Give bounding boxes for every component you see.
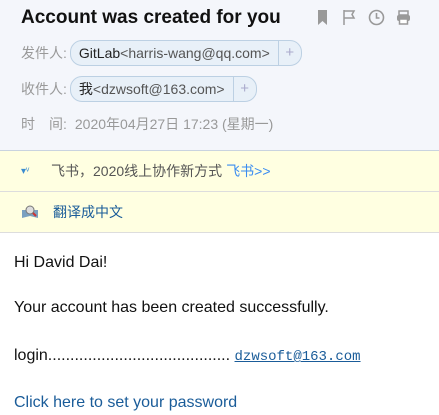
add-contact-button[interactable]: + [277, 41, 301, 65]
ad-link[interactable]: 飞书>> [226, 161, 270, 181]
time-label: 时 间: [21, 116, 67, 132]
sender-chip[interactable]: GitLab<harris-wang@qq.com> + [69, 40, 302, 66]
clock-icon[interactable] [368, 9, 385, 26]
translate-icon [22, 205, 38, 218]
message-line: Your account has been created successful… [14, 299, 329, 316]
sender-email: <harris-wang@qq.com> [120, 45, 270, 61]
set-password-link[interactable]: Click here to set your password [14, 394, 237, 411]
greeting: Hi David Dai! [14, 254, 108, 271]
add-contact-button[interactable]: + [232, 77, 256, 101]
bookmark-icon[interactable] [314, 9, 331, 26]
recipient-name: 我 [78, 81, 93, 97]
feishu-icon: ▾ᵛ [21, 165, 30, 177]
ad-text: 飞书，2020线上协作新方式 [51, 163, 223, 179]
to-label: 收件人: [21, 81, 67, 97]
time-value: 2020年04月27日 17:23 (星期一) [74, 116, 274, 132]
sender-name: GitLab [78, 45, 121, 61]
mail-header: Account was created for you 发件人: GitLab<… [0, 0, 439, 151]
print-icon[interactable] [395, 9, 412, 26]
translate-label[interactable]: 翻译成中文 [53, 202, 123, 222]
ad-bar: ▾ᵛ 飞书，2020线上协作新方式 飞书>> [0, 151, 439, 192]
recipient-email: <dzwsoft@163.com> [92, 81, 225, 97]
translate-bar[interactable]: 翻译成中文 [0, 192, 439, 233]
from-label: 发件人: [21, 45, 67, 61]
mail-subject: Account was created for you [21, 7, 281, 28]
recipient-chip[interactable]: 我<dzwsoft@163.com> + [69, 76, 257, 102]
login-label: login...................................… [14, 347, 231, 364]
flag-icon[interactable] [341, 9, 358, 26]
login-email-link[interactable]: dzwsoft@163.com [235, 349, 361, 365]
